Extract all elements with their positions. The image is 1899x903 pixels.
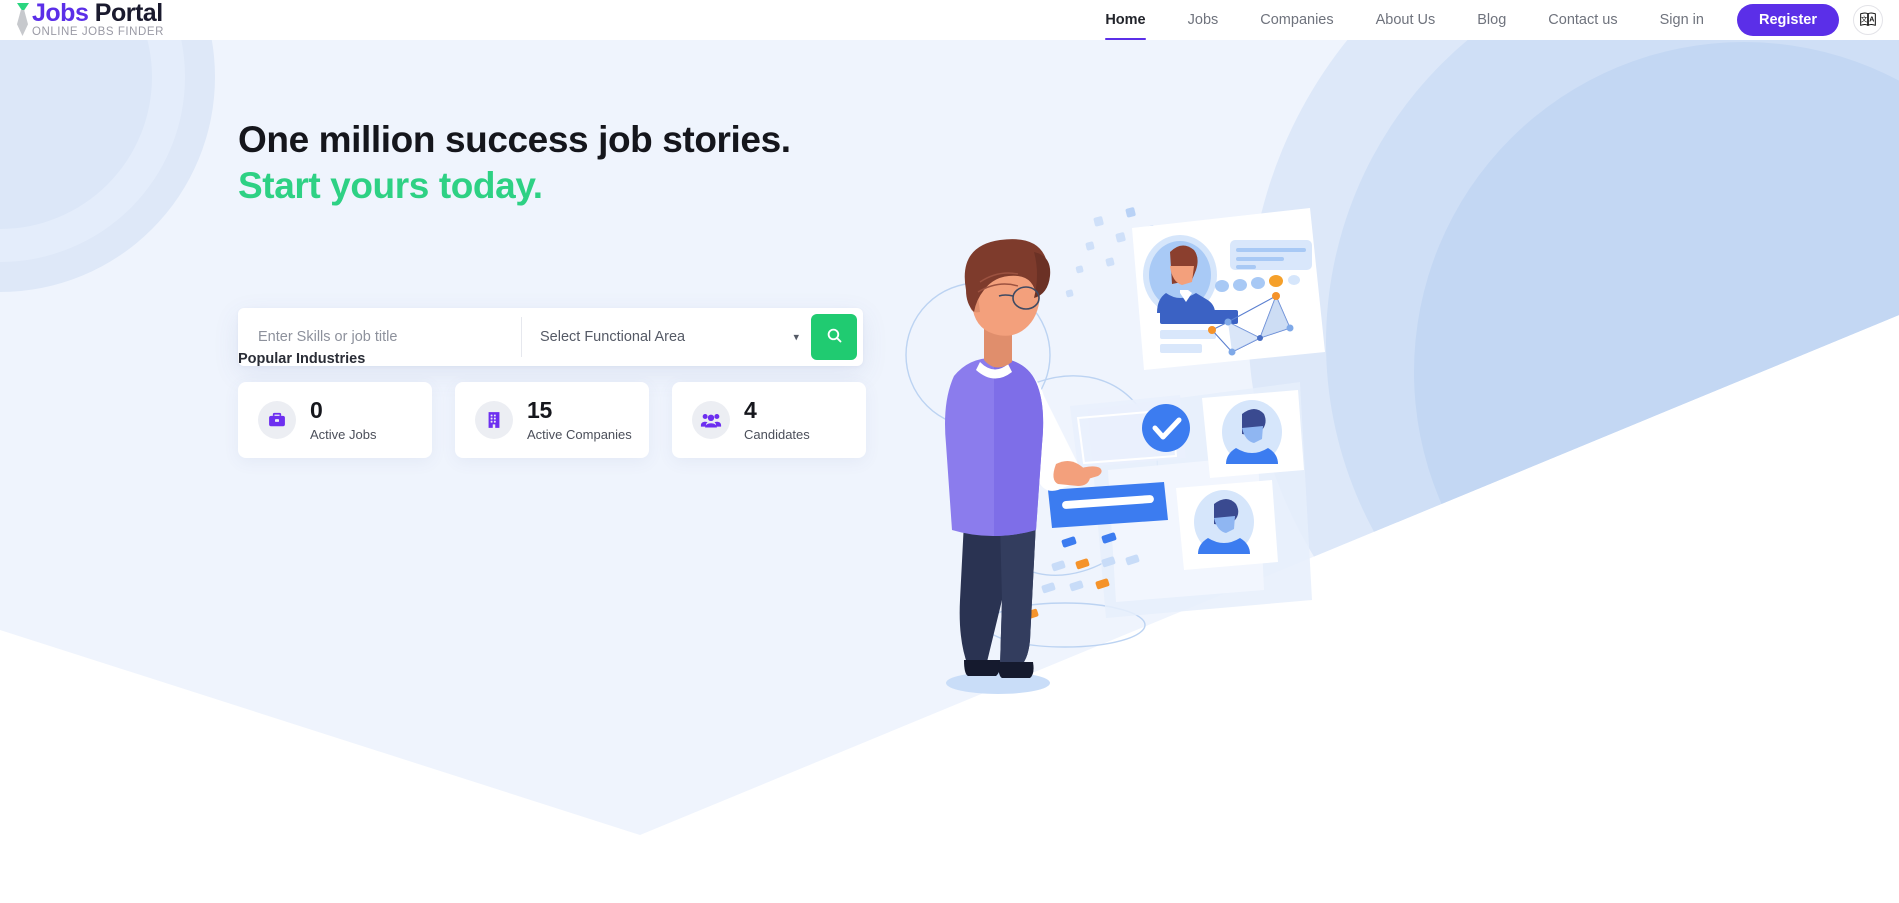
functional-area-select[interactable]: Select Functional Area: [522, 308, 811, 366]
nav-item-about-us[interactable]: About Us: [1355, 0, 1457, 40]
hero-section: One million success job stories. Start y…: [0, 40, 1899, 903]
stat-value: 4: [744, 397, 757, 423]
stat-card-active-companies[interactable]: 15 Active Companies: [455, 382, 649, 458]
stat-text: 15 Active Companies: [527, 397, 632, 442]
necktie-icon: [14, 2, 30, 38]
headline-line-1: One million success job stories.: [238, 119, 791, 160]
site-header: Jobs Portal ONLINE JOBS FINDER Home Jobs…: [0, 0, 1899, 40]
main-navigation: Home Jobs Companies About Us Blog Contac…: [1084, 0, 1883, 40]
building-icon: [475, 401, 513, 439]
logo[interactable]: Jobs Portal ONLINE JOBS FINDER: [14, 0, 164, 40]
stat-text: 0 Active Jobs: [310, 397, 377, 442]
nav-item-contact-us[interactable]: Contact us: [1527, 0, 1638, 40]
stat-card-active-jobs[interactable]: 0 Active Jobs: [238, 382, 432, 458]
nav-item-home[interactable]: Home: [1084, 0, 1166, 40]
stat-label: Active Jobs: [310, 427, 377, 442]
stat-label: Candidates: [744, 427, 810, 442]
stat-value: 0: [310, 397, 323, 423]
stat-text: 4 Candidates: [744, 397, 810, 442]
popular-industries-label: Popular Industries: [238, 351, 366, 367]
nav-item-jobs[interactable]: Jobs: [1167, 0, 1240, 40]
nav-item-blog[interactable]: Blog: [1456, 0, 1527, 40]
man-reviewing-candidate-profiles-illustration: [880, 170, 1340, 730]
briefcase-icon: [258, 401, 296, 439]
nav-item-companies[interactable]: Companies: [1239, 0, 1354, 40]
logo-title-jobs: Jobs: [32, 0, 89, 28]
headline-line-2: Start yours today.: [238, 164, 543, 206]
logo-text: Jobs Portal ONLINE JOBS FINDER: [32, 1, 164, 39]
users-icon: [692, 401, 730, 439]
register-button[interactable]: Register: [1736, 4, 1839, 36]
logo-title: Jobs Portal: [32, 1, 164, 26]
stat-label: Active Companies: [527, 427, 632, 442]
stats-row: 0 Active Jobs 15 Active Companies 4 Cand…: [238, 382, 866, 458]
svg-text:A: A: [1869, 15, 1874, 23]
nav-item-sign-in[interactable]: Sign in: [1639, 0, 1725, 40]
stat-card-candidates[interactable]: 4 Candidates: [672, 382, 866, 458]
stat-value: 15: [527, 397, 552, 423]
logo-title-portal: Portal: [88, 0, 163, 28]
search-button[interactable]: [811, 314, 857, 360]
page-title: One million success job stories. Start y…: [238, 119, 791, 206]
svg-text:文: 文: [1861, 14, 1868, 23]
functional-area-select-wrap: Select Functional Area ▾: [522, 308, 811, 366]
search-icon: [826, 327, 843, 347]
translate-icon[interactable]: 文 A: [1853, 5, 1883, 35]
logo-subtitle: ONLINE JOBS FINDER: [32, 26, 164, 39]
